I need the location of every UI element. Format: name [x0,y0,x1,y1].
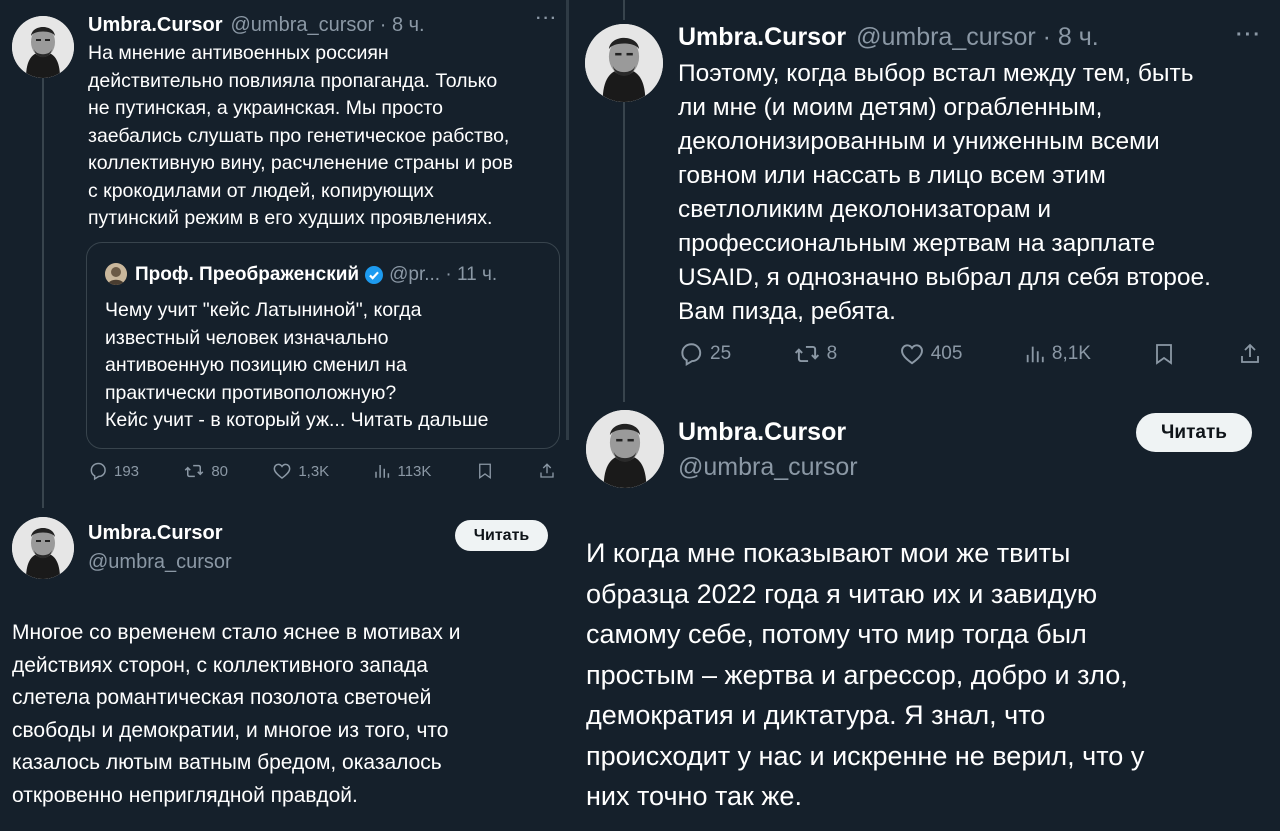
bookmark-icon [478,463,491,480]
share-button[interactable] [1238,341,1262,367]
face-portrait-icon [12,16,74,78]
author-name[interactable]: Umbra.Cursor [678,418,846,447]
bookmark-icon [1156,344,1173,365]
author-handle-time[interactable]: @umbra_cursor · 8 ч. [230,13,424,37]
quote-author-name: Проф. Преображенский [135,264,360,285]
like-button[interactable]: 1,3K [272,461,329,481]
bookmark-button[interactable] [1152,341,1176,367]
portrait-icon [105,263,127,285]
reply-count: 25 [710,343,732,364]
like-count: 1,3K [298,462,330,480]
repost-count: 8 [826,343,838,364]
follow-button[interactable]: Читать [1136,413,1252,452]
face-portrait-icon [12,517,74,579]
views-chart-icon [1026,346,1044,363]
like-count: 405 [930,343,963,364]
author-avatar[interactable] [586,410,664,488]
repost-icon [185,464,204,478]
author-avatar[interactable] [585,24,663,102]
bookmark-button[interactable] [476,461,494,481]
tweet-text: И когда мне показывают мои же твиты обра… [586,538,1145,811]
repost-count: 80 [211,462,229,480]
thread-line [623,102,625,402]
quote-text: Чему учит "кейс Латыниной", когда извест… [105,299,489,431]
more-options-icon[interactable]: ··· [1236,24,1262,47]
tweet-text: Многое со временем стало яснее в мотивах… [12,621,461,807]
views-button[interactable]: 113K [373,461,431,481]
author-name[interactable]: Umbra.Cursor [88,522,222,545]
tweet-actions-bar: 193 80 1,3K 113K [88,458,556,484]
face-portrait-icon [585,24,663,102]
reply-button[interactable]: 25 [678,341,731,367]
heart-icon [273,463,291,480]
more-options-icon[interactable]: ··· [536,10,558,28]
views-count: 8,1K [1051,343,1091,364]
like-button[interactable]: 405 [899,341,963,367]
tweet-text: На мнение антивоенных россиян действител… [88,42,513,229]
share-icon [540,463,554,478]
verified-badge-icon [365,266,384,284]
follow-button[interactable]: Читать [455,520,548,551]
author-name[interactable]: Umbra.Cursor [88,13,222,37]
share-icon [1241,343,1259,363]
quote-author-handle-time: @pr... · 11 ч. [389,264,498,285]
tweet-text: Поэтому, когда выбор встал между тем, бы… [678,60,1211,325]
views-count: 113K [397,462,432,480]
views-chart-icon [375,465,390,478]
reply-icon [90,462,106,481]
reply-icon [681,343,702,367]
author-avatar[interactable] [12,16,74,78]
reply-count: 193 [114,462,140,480]
panel-divider [566,0,569,440]
repost-button[interactable]: 80 [183,461,228,481]
author-avatar[interactable] [12,517,74,579]
thread-line [623,0,625,20]
quote-author-avatar [105,263,127,285]
views-button[interactable]: 8,1K [1024,341,1091,367]
author-name[interactable]: Umbra.Cursor [678,22,846,52]
repost-button[interactable]: 8 [793,341,838,367]
share-button[interactable] [538,461,556,481]
thread-line [42,78,44,508]
reply-button[interactable]: 193 [88,461,139,481]
face-portrait-icon [586,410,664,488]
tweet-actions-bar: 25 8 405 8,1K [678,339,1262,369]
repost-icon [794,345,819,363]
author-handle[interactable]: @umbra_cursor [88,551,232,574]
author-handle[interactable]: @umbra_cursor [678,453,858,482]
heart-icon [900,344,923,365]
author-handle-time[interactable]: @umbra_cursor · 8 ч. [856,22,1099,52]
quoted-tweet[interactable]: Проф. Преображенский @pr... · 11 ч. Чему… [86,242,560,449]
